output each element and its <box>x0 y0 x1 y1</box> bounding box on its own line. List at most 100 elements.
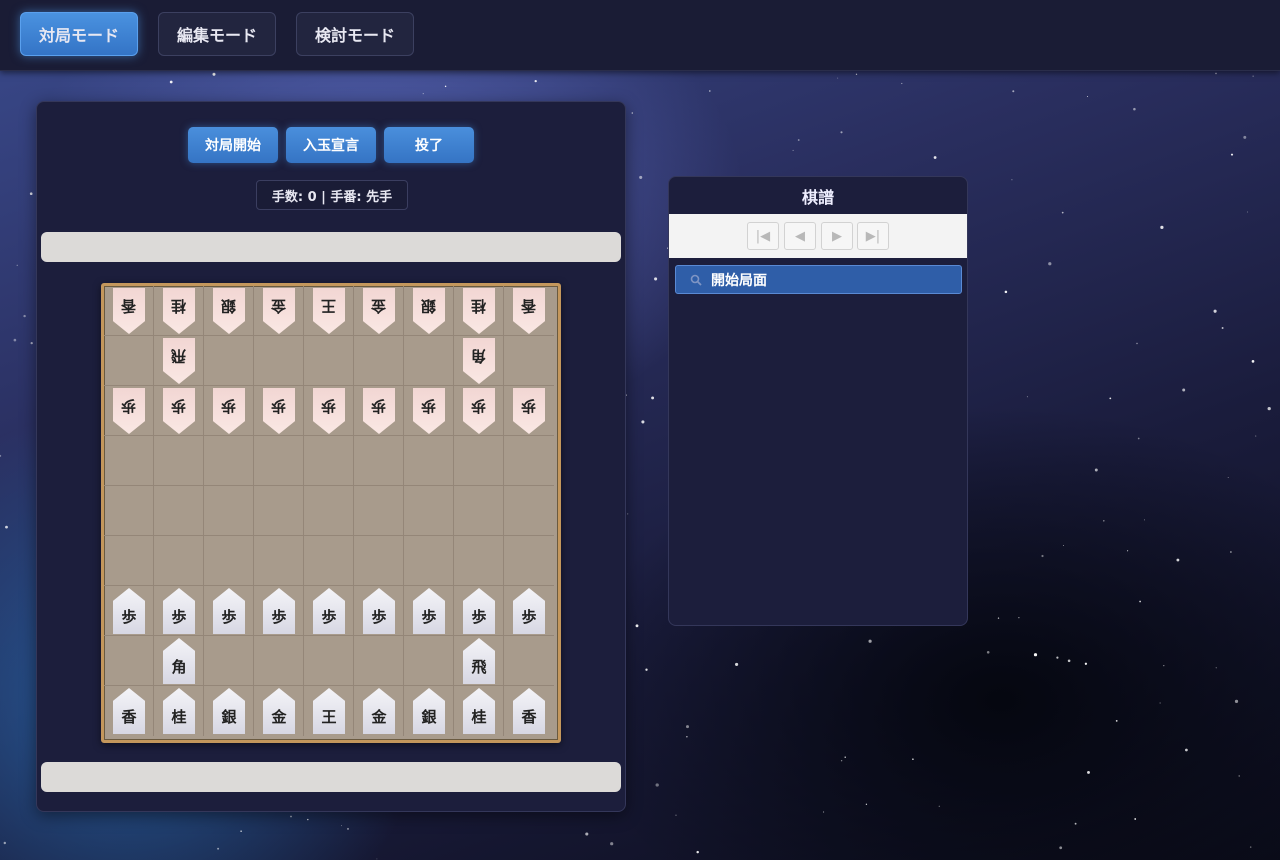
board-cell[interactable]: 金 <box>354 286 404 336</box>
board-cell[interactable]: 金 <box>254 286 304 336</box>
sente-piece[interactable]: 桂 <box>163 688 195 734</box>
board-cell[interactable]: 銀 <box>204 286 254 336</box>
gote-piece[interactable]: 銀 <box>413 288 445 334</box>
gote-piece[interactable]: 香 <box>113 288 145 334</box>
sente-piece[interactable]: 飛 <box>463 638 495 684</box>
sente-piece[interactable]: 歩 <box>163 588 195 634</box>
board-cell[interactable]: 歩 <box>154 586 204 636</box>
sente-piece[interactable]: 歩 <box>313 588 345 634</box>
sente-piece[interactable]: 歩 <box>463 588 495 634</box>
gote-piece[interactable]: 歩 <box>163 388 195 434</box>
board-cell[interactable] <box>404 436 454 486</box>
board-cell[interactable] <box>154 536 204 586</box>
board-cell[interactable]: 歩 <box>154 386 204 436</box>
board-cell[interactable]: 歩 <box>504 586 554 636</box>
board-cell[interactable]: 歩 <box>404 386 454 436</box>
gote-piece[interactable]: 歩 <box>213 388 245 434</box>
sente-piece[interactable]: 金 <box>263 688 295 734</box>
board-cell[interactable] <box>504 336 554 386</box>
sente-piece[interactable]: 香 <box>113 688 145 734</box>
sente-piece[interactable]: 歩 <box>113 588 145 634</box>
gote-piece[interactable]: 金 <box>263 288 295 334</box>
board-cell[interactable] <box>404 536 454 586</box>
gote-piece[interactable]: 王 <box>313 288 345 334</box>
board-cell[interactable]: 歩 <box>304 586 354 636</box>
board-cell[interactable] <box>204 536 254 586</box>
board-cell[interactable]: 香 <box>504 686 554 736</box>
board-cell[interactable] <box>304 486 354 536</box>
board-cell[interactable]: 歩 <box>204 386 254 436</box>
declare-nyugyoku-button[interactable]: 入玉宣言 <box>286 127 376 163</box>
board-cell[interactable] <box>254 536 304 586</box>
start-game-button[interactable]: 対局開始 <box>188 127 278 163</box>
board-cell[interactable]: 歩 <box>204 586 254 636</box>
sente-piece[interactable]: 歩 <box>513 588 545 634</box>
board-cell[interactable] <box>154 436 204 486</box>
gote-piece[interactable]: 角 <box>463 338 495 384</box>
gote-piece[interactable]: 金 <box>363 288 395 334</box>
board-cell[interactable] <box>304 336 354 386</box>
board-cell[interactable]: 角 <box>154 636 204 686</box>
next-move-button[interactable]: ▶ <box>821 222 853 250</box>
board-cell[interactable] <box>504 636 554 686</box>
sente-piece[interactable]: 金 <box>363 688 395 734</box>
board-cell[interactable] <box>154 486 204 536</box>
sente-piece[interactable]: 歩 <box>263 588 295 634</box>
last-move-button[interactable]: ▶| <box>857 222 889 250</box>
sente-piece[interactable]: 銀 <box>213 688 245 734</box>
board-cell[interactable]: 桂 <box>454 286 504 336</box>
board-cell[interactable]: 歩 <box>454 386 504 436</box>
board-cell[interactable] <box>254 486 304 536</box>
board-cell[interactable]: 銀 <box>404 286 454 336</box>
board-cell[interactable]: 桂 <box>154 686 204 736</box>
board-cell[interactable] <box>354 336 404 386</box>
board-cell[interactable]: 桂 <box>154 286 204 336</box>
board-cell[interactable]: 香 <box>504 286 554 336</box>
sente-piece[interactable]: 歩 <box>363 588 395 634</box>
first-move-button[interactable]: |◀ <box>747 222 779 250</box>
sente-piece-stand[interactable] <box>41 762 621 792</box>
sente-piece[interactable]: 王 <box>313 688 345 734</box>
board-cell[interactable]: 桂 <box>454 686 504 736</box>
board-cell[interactable] <box>304 436 354 486</box>
board-cell[interactable]: 歩 <box>104 386 154 436</box>
board-cell[interactable] <box>454 486 504 536</box>
board-cell[interactable]: 歩 <box>404 586 454 636</box>
board-cell[interactable]: 角 <box>454 336 504 386</box>
board-cell[interactable]: 歩 <box>254 586 304 636</box>
board-cell[interactable]: 歩 <box>254 386 304 436</box>
board-cell[interactable] <box>304 636 354 686</box>
board-cell[interactable] <box>404 486 454 536</box>
sente-piece[interactable]: 桂 <box>463 688 495 734</box>
board-cell[interactable] <box>204 436 254 486</box>
board-cell[interactable]: 銀 <box>404 686 454 736</box>
board-cell[interactable]: 飛 <box>454 636 504 686</box>
board-cell[interactable]: 歩 <box>104 586 154 636</box>
board-cell[interactable]: 歩 <box>354 386 404 436</box>
board-cell[interactable] <box>354 436 404 486</box>
tab-analysis-mode[interactable]: 検討モード <box>296 12 414 56</box>
sente-piece[interactable]: 歩 <box>413 588 445 634</box>
board-cell[interactable]: 香 <box>104 686 154 736</box>
board-cell[interactable] <box>404 636 454 686</box>
board-cell[interactable] <box>354 486 404 536</box>
sente-piece[interactable]: 香 <box>513 688 545 734</box>
board-cell[interactable]: 金 <box>354 686 404 736</box>
gote-piece[interactable]: 歩 <box>413 388 445 434</box>
prev-move-button[interactable]: ◀ <box>784 222 816 250</box>
gote-piece[interactable]: 桂 <box>463 288 495 334</box>
board-cell[interactable] <box>404 336 454 386</box>
sente-piece[interactable]: 角 <box>163 638 195 684</box>
board-cell[interactable]: 金 <box>254 686 304 736</box>
gote-piece[interactable]: 飛 <box>163 338 195 384</box>
gote-piece-stand[interactable] <box>41 232 621 262</box>
sente-piece[interactable]: 歩 <box>213 588 245 634</box>
board-cell[interactable] <box>454 436 504 486</box>
board-cell[interactable] <box>104 486 154 536</box>
board-cell[interactable] <box>204 336 254 386</box>
sente-piece[interactable]: 銀 <box>413 688 445 734</box>
board-cell[interactable] <box>104 436 154 486</box>
board-cell[interactable]: 歩 <box>354 586 404 636</box>
gote-piece[interactable]: 桂 <box>163 288 195 334</box>
board-cell[interactable] <box>104 336 154 386</box>
